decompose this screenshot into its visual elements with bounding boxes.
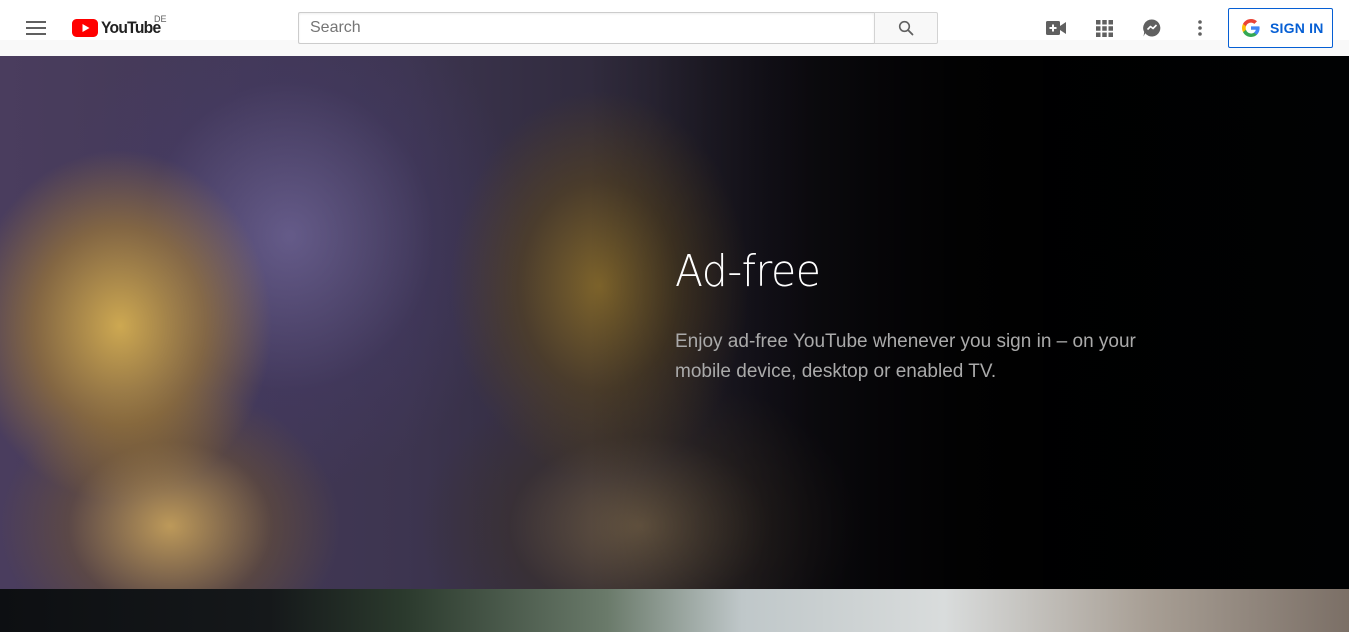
logo-wordmark: YouTube: [101, 18, 161, 37]
search-icon: [898, 20, 914, 36]
messages-button[interactable]: [1136, 12, 1168, 44]
logo-country-code: DE: [154, 14, 167, 24]
settings-more-button[interactable]: [1184, 12, 1216, 44]
google-g-icon: [1242, 19, 1260, 37]
hero-title: Ad-free: [675, 246, 821, 297]
masthead: YouTube DE Search SIGN IN: [0, 0, 1349, 56]
apps-button[interactable]: [1088, 12, 1120, 44]
next-feature-banner: [0, 589, 1349, 632]
search-bar: [298, 12, 938, 44]
hero-description: Enjoy ad-free YouTube whenever you sign …: [675, 331, 1136, 382]
messages-icon: [1143, 19, 1161, 37]
sign-in-button[interactable]: SIGN IN: [1228, 8, 1333, 48]
youtube-logo[interactable]: YouTube DE: [72, 14, 167, 39]
sign-in-label: SIGN IN: [1270, 20, 1324, 36]
hero-gradient-overlay: [589, 56, 1349, 589]
create-video-button[interactable]: [1040, 12, 1072, 44]
apps-grid-icon: [1095, 19, 1113, 37]
search-button[interactable]: [874, 12, 938, 44]
search-input[interactable]: [298, 12, 874, 44]
more-vert-icon: [1198, 20, 1202, 36]
video-camera-add-icon: [1046, 21, 1066, 35]
hamburger-menu-icon[interactable]: [20, 12, 52, 44]
ad-free-hero-banner: Ad-free Enjoy ad-free YouTube whenever y…: [0, 56, 1349, 589]
youtube-play-icon: [72, 19, 98, 37]
